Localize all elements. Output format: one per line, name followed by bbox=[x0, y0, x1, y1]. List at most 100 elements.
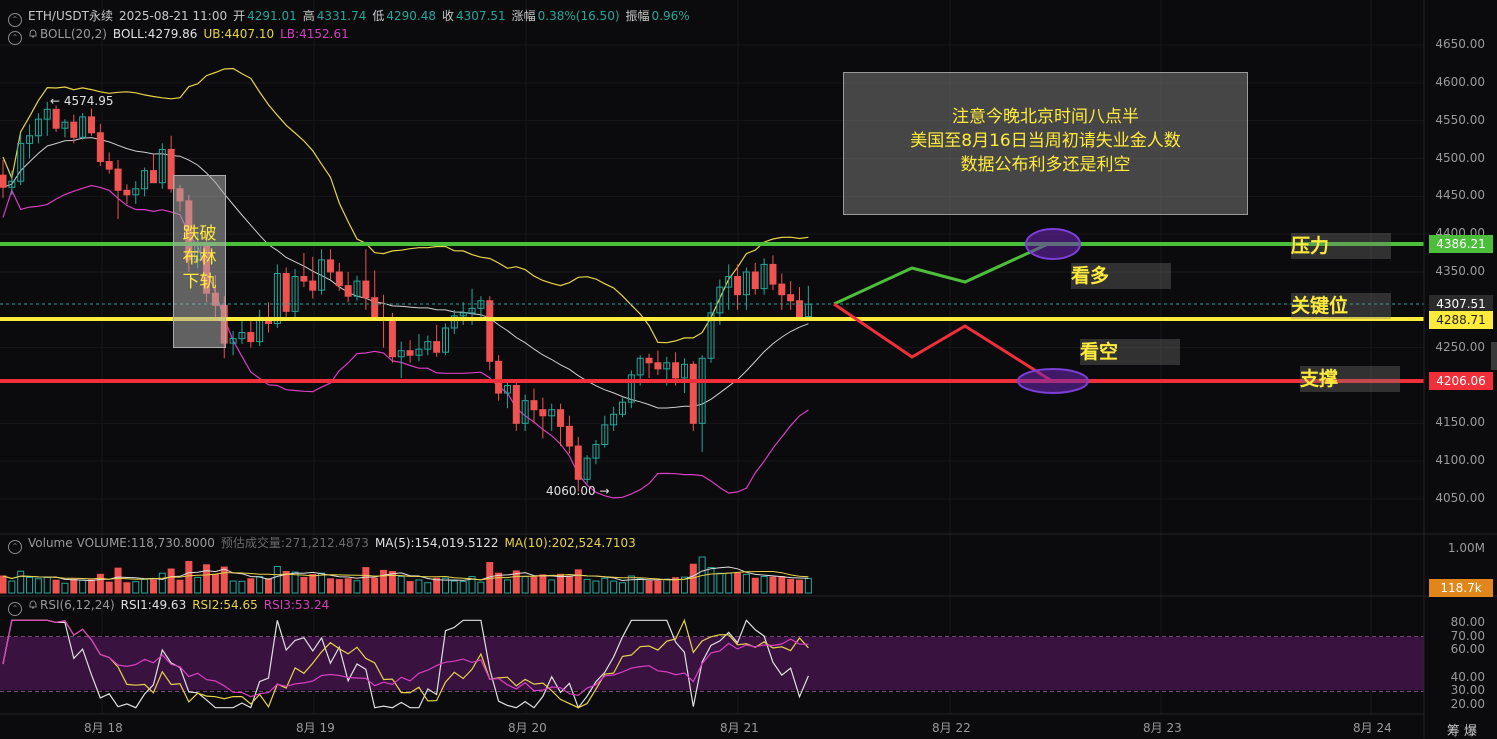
candle-body[interactable] bbox=[326, 259, 334, 273]
volume-bar bbox=[256, 576, 264, 594]
candle-body[interactable] bbox=[645, 357, 653, 364]
candle-body[interactable] bbox=[406, 350, 414, 356]
volume-bar bbox=[149, 579, 157, 594]
candle-body[interactable] bbox=[654, 362, 662, 370]
volume-bar bbox=[105, 581, 113, 594]
candle-body[interactable] bbox=[778, 283, 786, 296]
chart-canvas[interactable] bbox=[0, 0, 1497, 738]
open-value: 4291.01 bbox=[247, 9, 297, 23]
volume-bar bbox=[725, 572, 733, 594]
candle-body[interactable] bbox=[769, 263, 777, 285]
candle-body[interactable] bbox=[105, 161, 113, 170]
rsi-tick: 70.00 bbox=[1450, 628, 1485, 643]
candle-body[interactable] bbox=[309, 280, 317, 291]
volume-bar bbox=[592, 580, 600, 594]
candles[interactable] bbox=[0, 101, 812, 492]
news-note: 注意今晚北京时间八点半 美国至8月16日当周初请失业金人数 数据公布利多还是利空 bbox=[843, 72, 1248, 215]
candle-body[interactable] bbox=[149, 170, 157, 184]
boll-lb-value: LB:4152.61 bbox=[280, 27, 349, 41]
candle-body[interactable] bbox=[114, 168, 122, 191]
candle-body[interactable] bbox=[796, 300, 803, 318]
symbol-label[interactable]: ETH/USDT永续 bbox=[28, 9, 113, 23]
support-target-ellipse bbox=[1017, 368, 1089, 394]
date-tick: 8月 20 bbox=[508, 721, 547, 735]
candle-body[interactable] bbox=[495, 360, 503, 394]
volume-bar bbox=[521, 576, 529, 594]
date-tick: 8月 24 bbox=[1353, 721, 1392, 735]
volume-bar bbox=[734, 572, 742, 594]
candle-body[interactable] bbox=[247, 332, 255, 343]
candle-body[interactable] bbox=[539, 409, 547, 417]
candle-body[interactable] bbox=[282, 273, 290, 312]
open-label: 开 bbox=[233, 9, 246, 23]
candle-body[interactable] bbox=[123, 189, 131, 196]
change-label: 涨幅 bbox=[511, 9, 536, 23]
volume-bar bbox=[645, 580, 653, 594]
candle-body[interactable] bbox=[574, 445, 582, 480]
boll-name[interactable]: BOLL(20,2) bbox=[40, 27, 107, 41]
price-tick: 4150.00 bbox=[1435, 415, 1485, 430]
volume-bar bbox=[141, 578, 149, 594]
volume-name[interactable]: Volume bbox=[28, 536, 73, 550]
main-header: ⌃ ETH/USDT永续 2025-08-21 11:00 开 4291.01 高 4331… bbox=[8, 8, 696, 27]
price-tick: 4450.00 bbox=[1435, 188, 1485, 203]
rsi-name[interactable]: RSI(6,12,24) bbox=[40, 598, 115, 612]
candle-body[interactable] bbox=[672, 362, 680, 379]
candle-body[interactable] bbox=[70, 121, 78, 138]
support-price-tag: 4206.06 bbox=[1429, 372, 1493, 390]
candle-body[interactable] bbox=[433, 341, 441, 353]
corner-label[interactable]: 筹 爆 bbox=[1447, 720, 1477, 739]
volume-bar bbox=[539, 574, 547, 594]
candle-body[interactable] bbox=[689, 363, 697, 424]
volume-bar bbox=[61, 582, 69, 594]
date-tick: 8月 23 bbox=[1143, 721, 1182, 735]
candle-body[interactable] bbox=[362, 280, 370, 299]
candle-body[interactable] bbox=[0, 174, 7, 188]
volume-bar bbox=[495, 572, 503, 594]
candle-body[interactable] bbox=[512, 385, 520, 424]
volume-bar bbox=[371, 577, 379, 594]
volume-ma5: MA(5):154,019.5122 bbox=[374, 536, 499, 550]
volume-bars bbox=[0, 556, 812, 594]
volume-bar bbox=[380, 569, 388, 594]
candle-body[interactable] bbox=[388, 319, 396, 358]
candle-body[interactable] bbox=[565, 425, 573, 447]
volume-bar bbox=[176, 579, 184, 594]
candle-body[interactable] bbox=[344, 285, 352, 297]
volume-bar bbox=[238, 580, 246, 594]
candle-body[interactable] bbox=[486, 300, 494, 362]
bell-icon[interactable] bbox=[28, 600, 38, 610]
collapse-icon[interactable]: ⌃ bbox=[8, 13, 22, 27]
volume-bar bbox=[43, 576, 51, 594]
candle-body[interactable] bbox=[371, 297, 379, 320]
collapse-icon[interactable]: ⌃ bbox=[8, 31, 22, 45]
rsi-tick: 60.00 bbox=[1450, 642, 1485, 657]
candle-body[interactable] bbox=[734, 276, 742, 296]
candle-body[interactable] bbox=[751, 271, 759, 290]
candle-body[interactable] bbox=[787, 294, 795, 302]
date-tick: 8月 21 bbox=[720, 721, 759, 735]
note-line-3: 数据公布利多还是利空 bbox=[960, 155, 1131, 175]
volume-bar bbox=[424, 582, 432, 594]
collapse-icon[interactable]: ⌃ bbox=[8, 540, 22, 554]
scroll-handle[interactable] bbox=[1491, 342, 1497, 370]
candle-body[interactable] bbox=[557, 409, 565, 427]
candle-body[interactable] bbox=[88, 116, 95, 134]
collapse-icon[interactable]: ⌃ bbox=[8, 602, 22, 616]
volume-bar bbox=[433, 577, 441, 594]
volume-bar bbox=[132, 581, 140, 594]
volume-bar bbox=[167, 568, 175, 594]
boll-upper-band bbox=[2, 67, 809, 344]
candle-body[interactable] bbox=[96, 132, 104, 163]
candle-body[interactable] bbox=[530, 400, 538, 411]
volume-axis-label: 1.00M bbox=[1447, 541, 1485, 555]
candle-body[interactable] bbox=[300, 276, 308, 282]
candle-body[interactable] bbox=[52, 108, 60, 129]
volume-bar bbox=[406, 581, 414, 594]
bell-icon[interactable] bbox=[28, 29, 38, 39]
price-tick: 4650.00 bbox=[1435, 37, 1485, 51]
volume-bar bbox=[17, 570, 25, 594]
boll-mid-value: BOLL:4279.86 bbox=[112, 27, 198, 41]
candle-body[interactable] bbox=[335, 271, 343, 287]
date-tick: 8月 18 bbox=[84, 721, 123, 735]
